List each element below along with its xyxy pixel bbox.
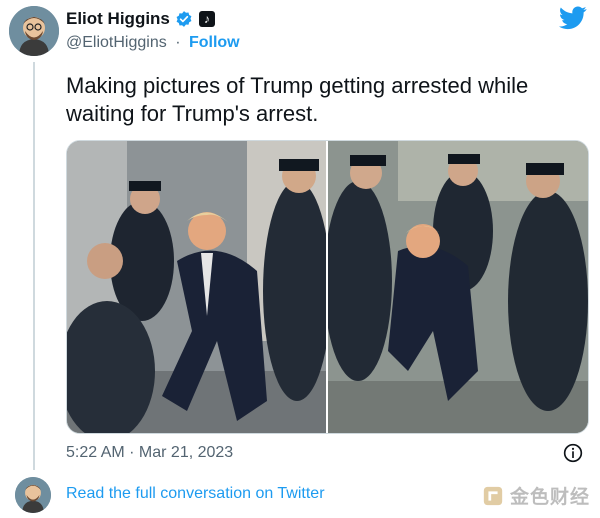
reader-avatar[interactable] <box>15 477 51 513</box>
tweet-photo-2[interactable] <box>324 141 588 433</box>
info-icon[interactable] <box>563 443 583 463</box>
read-conversation-link[interactable]: Read the full conversation on Twitter <box>66 485 325 503</box>
watermark-text: 金色财经 <box>510 487 591 508</box>
verified-badge-icon <box>176 11 192 27</box>
tweet-photo-1[interactable] <box>67 141 331 433</box>
watermark: 金色财经 <box>482 482 590 509</box>
author-name[interactable]: Eliot Higgins <box>66 9 170 29</box>
thread-line <box>33 62 35 470</box>
separator-dot: · <box>175 34 181 51</box>
tweet-timestamp[interactable]: 5:22 AM · Mar 21, 2023 <box>66 444 233 462</box>
twitter-bird-icon[interactable] <box>559 6 587 30</box>
author-name-row: Eliot Higgins ♪ <box>66 9 215 29</box>
tweet-text: Making pictures of Trump getting arreste… <box>66 73 529 126</box>
tweet-media[interactable] <box>66 140 589 434</box>
author-handle[interactable]: @EliotHiggins <box>66 34 167 51</box>
watermark-logo-icon <box>483 486 503 505</box>
follow-button[interactable]: Follow <box>189 34 240 51</box>
author-avatar[interactable] <box>9 6 59 56</box>
tiktok-icon: ♪ <box>198 11 215 27</box>
author-handle-row: @EliotHiggins · Follow <box>66 34 240 52</box>
embedded-tweet-card: Eliot Higgins ♪ @EliotHiggins · Follow M… <box>0 0 600 518</box>
divider <box>0 470 600 471</box>
